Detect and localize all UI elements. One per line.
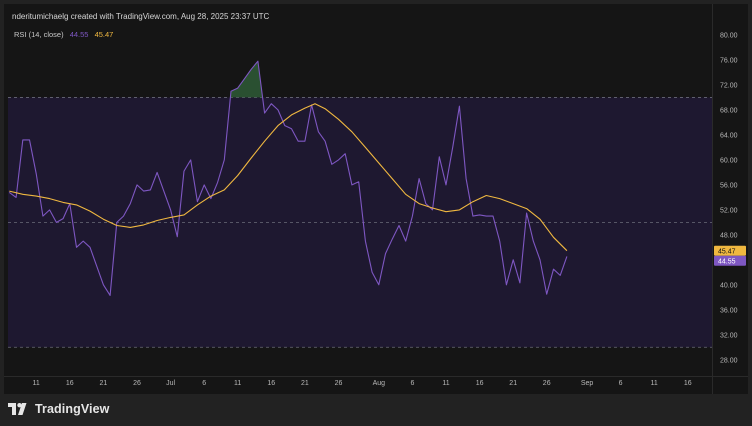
rsi-chart[interactable]: 80.00 76.00 72.00 68.00 64.00 60.00 56.00 52.00… <box>4 4 748 394</box>
footer: TradingView <box>8 400 110 418</box>
x-tick-label: 6 <box>410 380 414 387</box>
x-tick-label: Aug <box>373 380 386 387</box>
y-tick-label: 48.00 <box>720 232 738 239</box>
x-tick-label: 11 <box>33 380 40 387</box>
x-tick-label: 21 <box>509 380 517 387</box>
y-tick-label: 76.00 <box>720 58 738 65</box>
x-tick-label: 26 <box>543 380 551 387</box>
y-tick-label: 64.00 <box>720 132 738 139</box>
x-tick-label: 6 <box>619 380 623 387</box>
x-tick-label: 11 <box>442 380 449 387</box>
x-tick-label: 26 <box>335 380 343 387</box>
y-tick-label: 68.00 <box>720 107 738 114</box>
ma-price-label: 45.47 <box>718 249 736 256</box>
x-tick-label: 16 <box>684 380 692 387</box>
legend-label: RSI (14, close) <box>14 30 64 39</box>
legend-ma-value: 45.47 <box>94 30 114 39</box>
x-tick-label: 21 <box>100 380 108 387</box>
overbought-fill <box>230 61 263 98</box>
y-tick-label: 52.00 <box>720 207 738 214</box>
x-tick-label: Sep <box>581 380 594 387</box>
x-tick-label: Jul <box>166 380 175 387</box>
y-tick-label: 80.00 <box>720 33 738 40</box>
y-tick-label: 28.00 <box>720 357 738 364</box>
brand-name[interactable]: TradingView <box>35 402 110 416</box>
x-tick-label: 16 <box>267 380 275 387</box>
x-tick-label: 6 <box>202 380 206 387</box>
indicator-legend[interactable]: RSI (14, close) 44.55 45.47 <box>14 30 113 39</box>
rsi-band-fill <box>8 97 712 348</box>
tradingview-logo-icon[interactable] <box>8 403 30 415</box>
legend-rsi-value: 44.55 <box>69 30 89 39</box>
y-tick-label: 36.00 <box>720 307 738 314</box>
x-tick-label: 26 <box>133 380 141 387</box>
x-tick-label: 11 <box>234 380 241 387</box>
y-tick-label: 40.00 <box>720 282 738 289</box>
y-tick-label: 32.00 <box>720 332 738 339</box>
x-tick-label: 16 <box>476 380 484 387</box>
chart-credit: nderitumichaelg created with TradingView… <box>12 12 270 21</box>
chart-frame: 80.00 76.00 72.00 68.00 64.00 60.00 56.00 52.00… <box>4 4 748 394</box>
x-tick-label: 16 <box>66 380 74 387</box>
y-tick-label: 56.00 <box>720 182 738 189</box>
rsi-price-label: 44.55 <box>718 259 736 266</box>
y-tick-label: 60.00 <box>720 157 738 164</box>
x-tick-label: 11 <box>651 380 658 387</box>
y-tick-label: 72.00 <box>720 83 738 90</box>
x-tick-label: 21 <box>301 380 309 387</box>
